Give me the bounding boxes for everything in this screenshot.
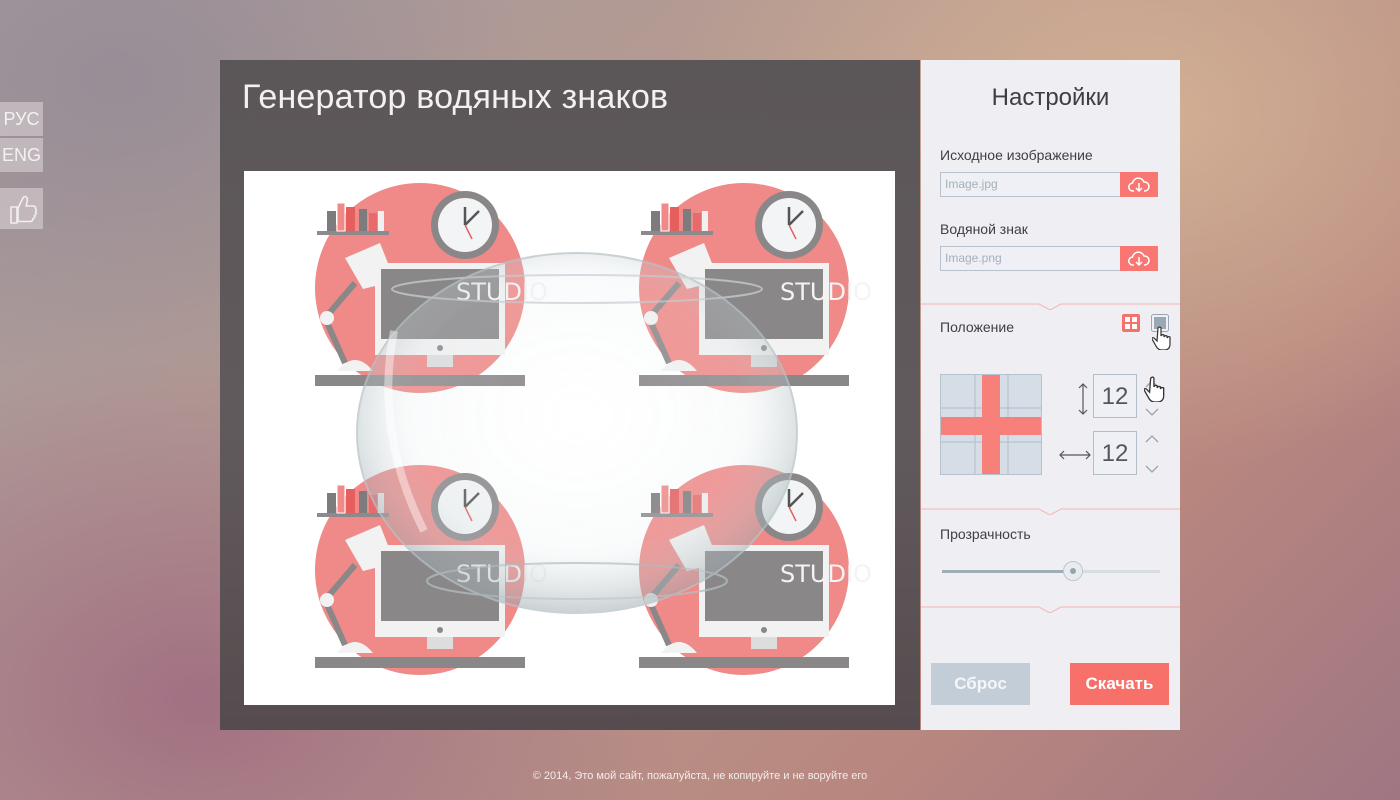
horizontal-gap-decrement[interactable] <box>1144 463 1160 475</box>
watermark-label: Водяной знак <box>940 221 1028 237</box>
hand-cursor-icon <box>1152 326 1171 350</box>
vertical-gap-input[interactable]: 12 <box>1093 374 1137 418</box>
like-button[interactable] <box>0 188 43 229</box>
opacity-slider-fill <box>942 570 1073 573</box>
position-label: Положение <box>940 319 1014 335</box>
section-divider <box>921 508 1180 515</box>
upload-source-button[interactable] <box>1120 172 1158 197</box>
cloud-download-icon <box>1128 176 1150 192</box>
horizontal-arrows-icon <box>1059 450 1091 460</box>
page-title: Генератор водяных знаков <box>242 78 669 116</box>
watermark-input[interactable]: Image.png <box>940 246 1125 271</box>
chevron-down-icon <box>1145 465 1159 473</box>
reset-button[interactable]: Сброс <box>931 663 1030 705</box>
opacity-label: Прозрачность <box>940 526 1031 542</box>
section-divider <box>921 303 1180 310</box>
watermark-text-4: STUDIO <box>780 560 872 588</box>
preview-canvas: STUDIO STUDIO STUDIO STUDIO <box>244 171 895 705</box>
watermark-field: Image.png <box>940 246 1158 271</box>
hand-cursor-icon-2 <box>1144 376 1165 402</box>
horizontal-gap-increment[interactable] <box>1144 433 1160 445</box>
chevron-up-icon <box>1145 435 1159 443</box>
section-divider <box>921 606 1180 613</box>
source-image-input[interactable]: Image.jpg <box>940 172 1125 197</box>
position-grid-graphic <box>941 375 1041 474</box>
settings-panel: Настройки Исходное изображение Image.jpg… <box>921 60 1180 730</box>
lang-ru-button[interactable]: РУС <box>0 102 43 136</box>
horizontal-gap-input[interactable]: 12 <box>1093 431 1137 475</box>
tile-mode-button[interactable] <box>1122 314 1140 332</box>
main-panel: Генератор водяных знаков STUDIO STUDIO <box>220 60 920 730</box>
vertical-arrows-icon <box>1078 383 1088 415</box>
opacity-slider-thumb[interactable] <box>1062 561 1083 581</box>
source-image-label: Исходное изображение <box>940 147 1093 163</box>
grid-icon <box>1122 314 1140 332</box>
chevron-down-icon <box>1145 408 1159 416</box>
settings-title: Настройки <box>991 84 1110 111</box>
footer-copyright: © 2014, Это мой сайт, пожалуйста, не коп… <box>532 770 868 782</box>
lang-en-button[interactable]: ENG <box>0 138 43 172</box>
position-grid[interactable] <box>940 374 1042 475</box>
vertical-gap-decrement[interactable] <box>1144 406 1160 418</box>
download-button[interactable]: Скачать <box>1070 663 1169 705</box>
thumbs-up-icon <box>9 195 37 224</box>
upload-watermark-button[interactable] <box>1120 246 1158 271</box>
watermark-text-2: STUDIO <box>780 278 872 306</box>
cloud-download-icon <box>1128 250 1150 266</box>
opacity-slider[interactable] <box>942 561 1160 581</box>
preview-image: STUDIO STUDIO STUDIO STUDIO <box>244 171 872 705</box>
source-image-field: Image.jpg <box>940 172 1158 197</box>
